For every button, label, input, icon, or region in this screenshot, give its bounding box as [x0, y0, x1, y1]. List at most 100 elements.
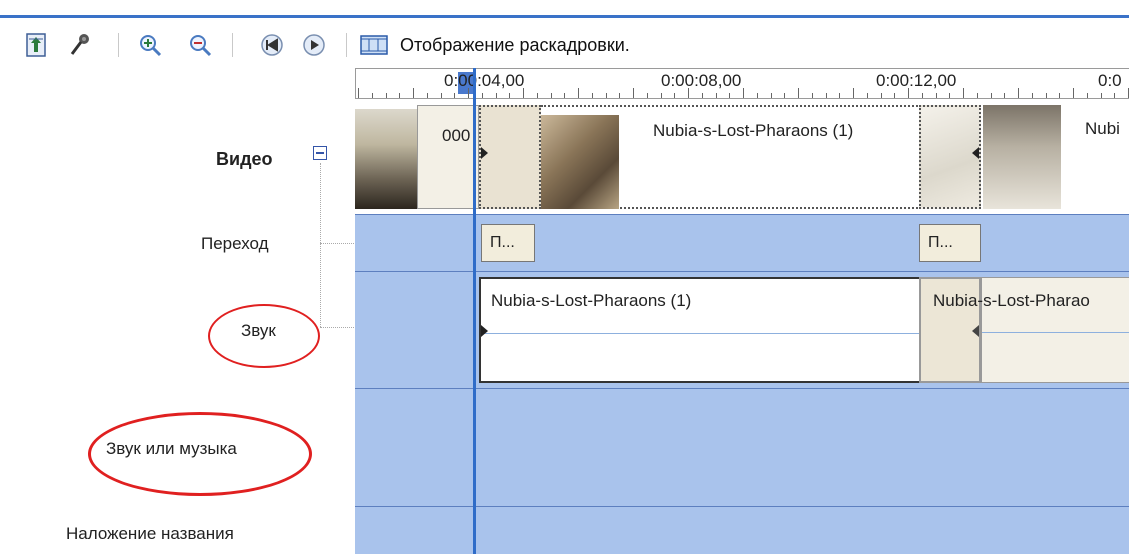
rewind-icon[interactable]: [258, 31, 286, 59]
ruler-tick: [468, 88, 469, 98]
ruler-tick: [371, 93, 373, 98]
clip-start-marker: [481, 325, 488, 337]
video-thumbnail: [355, 109, 417, 209]
ruler-tick: [756, 93, 758, 98]
tree-connector: [320, 243, 354, 244]
ruler-tick: [1073, 88, 1074, 98]
clip-end-marker: [972, 147, 979, 159]
ruler-tick: [1086, 93, 1088, 98]
clip-title: Nubia-s-Lost-Pharaons (1): [653, 121, 854, 140]
toolbar-separator: [232, 33, 233, 57]
ruler-tick: [564, 93, 566, 98]
ruler-tick: [619, 93, 621, 98]
video-clip[interactable]: 000: [417, 105, 479, 209]
track-label-video: Видео: [216, 149, 273, 169]
ruler-tick: [853, 88, 854, 98]
track-label-title-overlay: Наложение названия: [66, 524, 234, 543]
transition-item[interactable]: П...: [919, 224, 981, 262]
track-divider: [355, 506, 1129, 507]
toolbar-separator: [118, 33, 119, 57]
transition-overlap[interactable]: [479, 105, 541, 209]
ruler-tick: [1018, 88, 1019, 98]
ruler-tick: [674, 93, 676, 98]
timeline-tracks[interactable]: 000 Nubia-s-Lost-Pharaons (1) Nubi П... …: [355, 99, 1129, 554]
ruler-label: 0:0: [1098, 71, 1122, 90]
ruler-tick: [605, 93, 607, 98]
zoom-in-icon[interactable]: [136, 31, 164, 59]
ruler-label: 0:00:08,00: [661, 71, 742, 90]
video-track[interactable]: 000 Nubia-s-Lost-Pharaons (1) Nubi: [355, 99, 1129, 214]
video-clip-main[interactable]: Nubia-s-Lost-Pharaons (1): [541, 105, 921, 209]
ruler-tick: [770, 93, 772, 98]
ruler-tick: [949, 93, 951, 98]
ruler-tick: [358, 88, 359, 98]
ruler-tick: [550, 93, 552, 98]
ruler-tick: [715, 93, 717, 98]
audio-waveform: [982, 332, 1129, 333]
ruler-tick: [811, 93, 813, 98]
tree-connector: [320, 327, 354, 328]
ruler-tick: [894, 93, 896, 98]
track-divider: [355, 214, 1129, 215]
annotation-circle: [88, 412, 312, 496]
window-top-border: [0, 0, 1129, 18]
track-divider: [355, 388, 1129, 389]
ruler-tick: [536, 93, 538, 98]
play-icon[interactable]: [300, 31, 328, 59]
ruler-tick: [908, 88, 909, 98]
audio-clip-main[interactable]: Nubia-s-Lost-Pharaons (1): [479, 277, 921, 383]
ruler-tick: [825, 93, 827, 98]
ruler-tick: [1100, 93, 1102, 98]
ruler-tick: [413, 88, 414, 98]
ruler-tick: [426, 93, 428, 98]
audio-waveform: [481, 333, 919, 334]
ruler-tick: [633, 88, 634, 98]
ruler-tick: [1045, 93, 1047, 98]
playhead-line[interactable]: [473, 68, 476, 554]
ruler-tick: [495, 93, 497, 98]
ruler-tick: [784, 93, 786, 98]
clip-title: Nubi: [1085, 119, 1120, 138]
ruler-tick: [701, 93, 703, 98]
ruler-tick: [866, 93, 868, 98]
ruler-tick: [921, 93, 923, 98]
ruler-tick: [509, 93, 511, 98]
ruler-tick: [1004, 93, 1006, 98]
narrate-microphone-icon[interactable]: [66, 31, 94, 59]
ruler-tick: [963, 88, 964, 98]
transition-item[interactable]: П...: [481, 224, 535, 262]
ruler-tick: [591, 93, 593, 98]
annotation-circle: [208, 304, 320, 368]
video-clip[interactable]: Nubi: [1061, 105, 1129, 209]
ruler-tick: [688, 88, 689, 98]
ruler-tick: [578, 88, 579, 98]
clip-start-marker: [481, 147, 488, 159]
storyboard-icon[interactable]: [360, 31, 388, 59]
clip-title: Nubia-s-Lost-Pharaons (1): [491, 291, 692, 310]
ruler-tick: [743, 88, 744, 98]
ruler-tick: [880, 93, 882, 98]
track-label-transition: Переход: [201, 234, 269, 253]
video-thumbnail: [541, 115, 619, 209]
ruler-tick: [646, 93, 648, 98]
timeline-toolbar: Отображение раскадровки.: [0, 21, 1129, 67]
zoom-out-icon[interactable]: [186, 31, 214, 59]
ruler-tick: [935, 93, 937, 98]
ruler-tick: [1059, 93, 1061, 98]
clip-title: 000: [442, 126, 471, 145]
ruler-label: 0:00:12,00: [876, 71, 957, 90]
time-ruler[interactable]: 0:00:04,00 0:00:08,00 0:00:12,00 0:0: [355, 68, 1129, 99]
collapse-video-button[interactable]: [313, 146, 327, 160]
ruler-tick: [454, 93, 456, 98]
ruler-tick: [399, 93, 401, 98]
storyboard-view-button[interactable]: Отображение раскадровки.: [400, 35, 630, 56]
ruler-tick: [1031, 93, 1033, 98]
clip-end-marker: [972, 325, 979, 337]
ruler-tick: [798, 88, 799, 98]
ruler-tick: [976, 93, 978, 98]
ruler-tick: [1114, 93, 1116, 98]
ruler-tick: [729, 93, 731, 98]
storyboard-toggle-icon[interactable]: [22, 31, 50, 59]
ruler-tick: [990, 93, 992, 98]
ruler-tick: [481, 93, 483, 98]
